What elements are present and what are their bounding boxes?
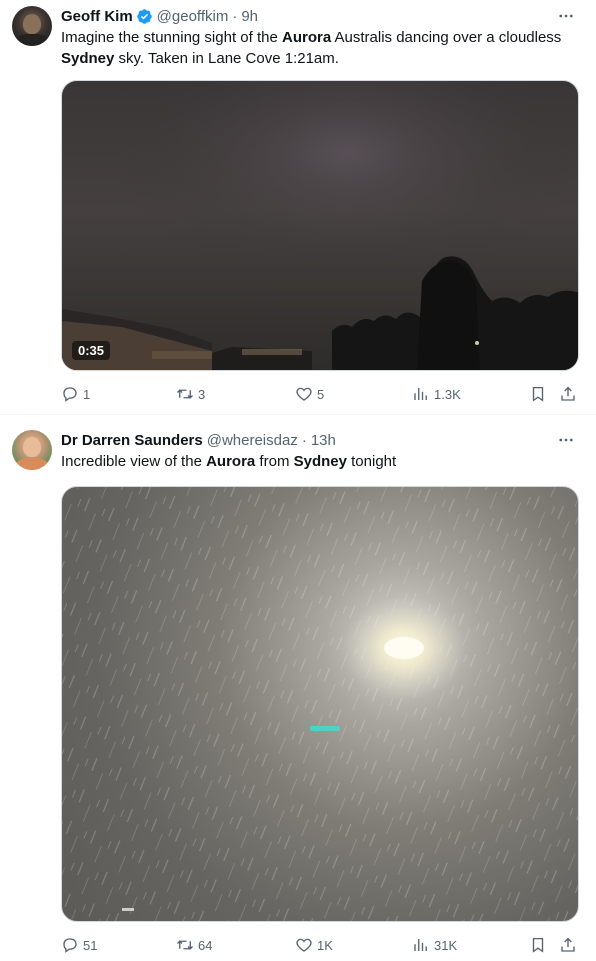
tweet-whereisdaz[interactable]: Dr Darren Saunders @whereisdaz · 13h Inc… <box>0 416 596 961</box>
views-icon <box>414 939 427 951</box>
separator-dot: · <box>301 431 307 449</box>
tweet-header: Geoff Kim @geoffkim · 9h <box>61 6 258 26</box>
reply-icon <box>63 387 77 402</box>
tweet-time[interactable]: 13h <box>311 432 336 449</box>
text-part: from <box>255 453 294 470</box>
photo-scene <box>62 487 578 921</box>
author-name[interactable]: Dr Darren Saunders <box>61 432 203 449</box>
like-count: 5 <box>317 386 325 402</box>
more-icon <box>559 438 573 442</box>
verified-badge-icon <box>136 8 152 24</box>
views-button[interactable]: 31K <box>412 934 457 956</box>
avatar-face <box>23 14 41 34</box>
tweet-actions: 1 3 5 1.3K <box>61 383 581 405</box>
retweet-icon <box>177 940 193 950</box>
reply-count: 51 <box>83 937 98 953</box>
reply-count: 1 <box>83 386 91 402</box>
views-count: 1.3K <box>434 386 461 402</box>
video-duration: 0:35 <box>72 341 111 360</box>
like-button[interactable]: 1K <box>295 934 333 956</box>
author-handle[interactable]: @geoffkim <box>157 8 229 25</box>
views-icon <box>414 388 427 400</box>
photo[interactable] <box>61 486 579 922</box>
avatar[interactable] <box>12 6 52 46</box>
retweet-count: 64 <box>198 937 213 953</box>
highlight-sydney: Sydney <box>293 453 347 470</box>
text-part: Incredible view of the <box>61 453 207 470</box>
highlight-aurora: Aurora <box>281 29 332 46</box>
retweet-button[interactable]: 64 <box>176 934 212 956</box>
like-icon <box>296 387 312 401</box>
author-name[interactable]: Geoff Kim <box>61 8 133 25</box>
more-button[interactable] <box>556 6 576 26</box>
bookmark-button[interactable] <box>529 934 547 956</box>
reply-button[interactable]: 51 <box>61 934 97 956</box>
retweet-button[interactable]: 3 <box>176 383 205 405</box>
avatar-body <box>16 34 48 46</box>
bookmark-icon <box>532 937 544 953</box>
tweet-header: Dr Darren Saunders @whereisdaz · 13h <box>61 430 336 450</box>
avatar-face <box>23 437 41 457</box>
separator-dot: · <box>232 7 238 25</box>
text-part: sky. Taken in Lane Cove 1:21am. <box>114 50 339 67</box>
like-icon <box>296 938 312 952</box>
retweet-count: 3 <box>198 386 206 402</box>
share-button[interactable] <box>559 934 577 956</box>
share-button[interactable] <box>559 383 577 405</box>
avatar-body <box>16 458 48 470</box>
tweet-actions: 51 64 1K 31K <box>61 934 581 956</box>
avatar[interactable] <box>12 430 52 470</box>
like-button[interactable]: 5 <box>295 383 324 405</box>
author-handle[interactable]: @whereisdaz <box>207 432 298 449</box>
reply-button[interactable]: 1 <box>61 383 90 405</box>
share-icon <box>561 937 575 952</box>
more-button[interactable] <box>556 430 576 450</box>
bookmark-icon <box>532 386 544 402</box>
bookmark-button[interactable] <box>529 383 547 405</box>
video-scene <box>62 81 578 370</box>
tweet-time[interactable]: 9h <box>241 8 258 25</box>
highlight-aurora: Aurora <box>206 453 256 470</box>
like-count: 1K <box>317 937 333 953</box>
views-count: 31K <box>434 937 458 953</box>
retweet-icon <box>177 389 193 399</box>
tweet-geoffkim[interactable]: Geoff Kim @geoffkim · 9h Imagine the stu… <box>0 0 596 415</box>
text-part: Australis dancing over a cloudless <box>331 29 562 46</box>
tweet-text: Incredible view of the Aurora from Sydne… <box>61 451 581 472</box>
tweet-text: Imagine the stunning sight of the Aurora… <box>61 27 581 69</box>
more-icon <box>559 14 573 18</box>
video-player[interactable]: 0:35 <box>61 80 579 371</box>
text-part: tonight <box>346 453 397 470</box>
reply-icon <box>63 938 77 953</box>
text-part: Imagine the stunning sight of the <box>61 29 282 46</box>
highlight-sydney: Sydney <box>61 50 115 67</box>
share-icon <box>561 386 575 401</box>
views-button[interactable]: 1.3K <box>412 383 461 405</box>
